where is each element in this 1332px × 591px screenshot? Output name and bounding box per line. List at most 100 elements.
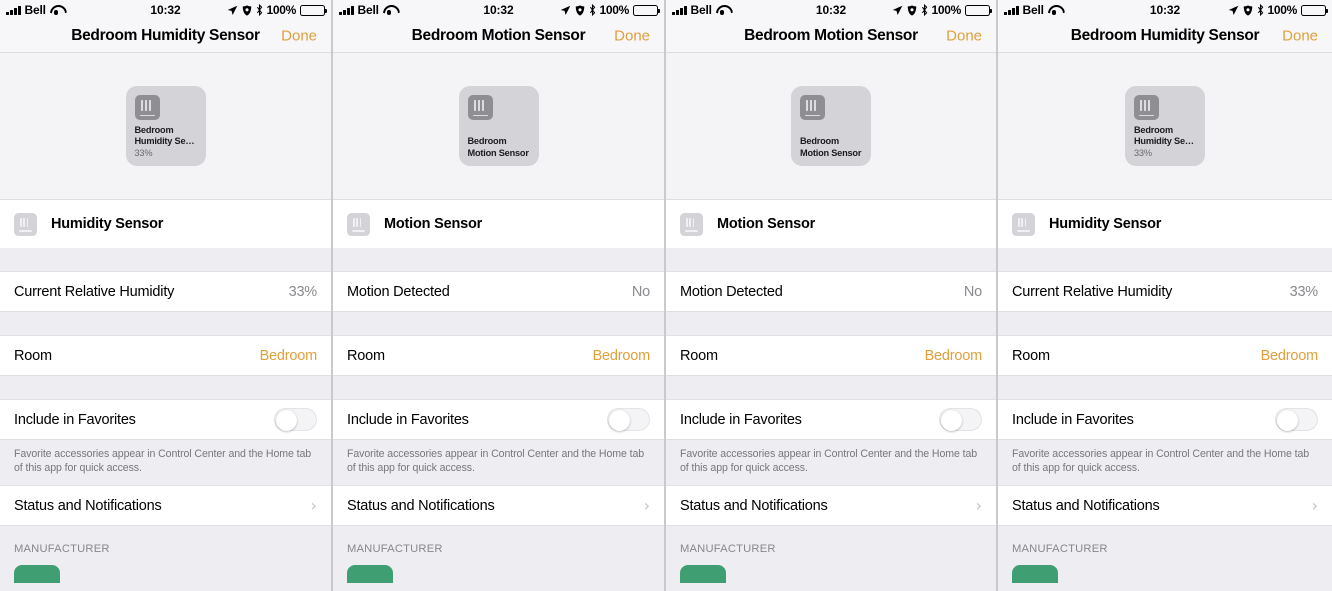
include-in-favorites-label: Include in Favorites <box>347 411 469 428</box>
manufacturer-section-title: MANUFACTURER <box>666 526 996 561</box>
table-row-room[interactable]: Room Bedroom <box>333 335 664 376</box>
table-row-room[interactable]: Room Bedroom <box>0 335 331 376</box>
chevron-right-icon: › <box>1311 495 1318 515</box>
favorites-footnote: Favorite accessories appear in Control C… <box>998 440 1332 485</box>
location-arrow-icon <box>227 5 237 15</box>
status-and-notifications-label: Status and Notifications <box>1012 497 1160 514</box>
done-button[interactable]: Done <box>614 28 650 45</box>
done-button[interactable]: Done <box>1282 28 1318 45</box>
status-bar-right: 100% <box>227 3 327 17</box>
status-bar-right: 100% <box>892 3 992 17</box>
accessory-tile[interactable]: Bedroom Humidity Se… 33% <box>1125 86 1205 166</box>
manufacturer-logo-wrap <box>0 561 331 591</box>
service-title: Motion Sensor <box>717 216 816 232</box>
row-label: Current Relative Humidity <box>1012 283 1173 300</box>
section-gap <box>998 248 1332 271</box>
status-and-notifications-label: Status and Notifications <box>14 497 162 514</box>
chevron-right-icon: › <box>975 495 982 515</box>
include-in-favorites-toggle[interactable] <box>1275 408 1318 431</box>
panel-body: Bedroom Motion Sensor Motion Sensor Moti… <box>333 53 664 591</box>
bluetooth-icon <box>921 4 927 16</box>
navigation-bar: Bedroom Humidity Sensor Done <box>998 20 1332 53</box>
row-value: Bedroom <box>592 347 651 364</box>
status-and-notifications-row[interactable]: Status and Notifications › <box>998 485 1332 526</box>
row-label: Room <box>14 347 52 364</box>
done-button[interactable]: Done <box>946 28 982 45</box>
row-label: Room <box>1012 347 1050 364</box>
panel-body: Bedroom Motion Sensor Motion Sensor Moti… <box>666 53 996 591</box>
include-in-favorites-label: Include in Favorites <box>14 411 136 428</box>
accessory-tile-status: 33% <box>1134 147 1152 158</box>
include-in-favorites-toggle[interactable] <box>274 408 317 431</box>
status-bar: Bell 10:32 100% <box>998 0 1332 20</box>
sensor-icon <box>1134 95 1159 120</box>
battery-percent-label: 100% <box>931 3 962 17</box>
section-gap <box>0 248 331 271</box>
accessory-tile-name-line1: Bedroom <box>134 124 174 135</box>
status-and-notifications-row[interactable]: Status and Notifications › <box>666 485 996 526</box>
sensor-icon <box>1012 212 1035 236</box>
manufacturer-logo-wrap <box>333 561 664 591</box>
include-in-favorites-toggle[interactable] <box>939 408 982 431</box>
accessory-tile-name-line2: Motion Sensor <box>467 147 529 158</box>
section-gap <box>333 376 664 399</box>
panel-body: Bedroom Humidity Se… 33% Humidity Sensor… <box>0 53 331 591</box>
service-title: Humidity Sensor <box>51 216 164 232</box>
row-label: Motion Detected <box>680 283 783 300</box>
accessory-tile-name: Bedroom Humidity Se… <box>1134 125 1196 148</box>
navigation-bar: Bedroom Motion Sensor Done <box>666 20 996 53</box>
include-in-favorites-row[interactable]: Include in Favorites <box>666 399 996 440</box>
service-header: Humidity Sensor <box>0 200 331 248</box>
section-gap <box>998 376 1332 399</box>
manufacturer-logo-wrap <box>666 561 996 591</box>
status-and-notifications-label: Status and Notifications <box>680 497 828 514</box>
table-row: Current Relative Humidity 33% <box>998 271 1332 312</box>
battery-percent-label: 100% <box>266 3 297 17</box>
screenshot-panels: Bell 10:32 100% Bedroom Humidity Sensor … <box>0 0 1332 591</box>
battery-icon <box>965 4 992 16</box>
status-bar: Bell 10:32 100% <box>666 0 996 20</box>
include-in-favorites-row[interactable]: Include in Favorites <box>998 399 1332 440</box>
row-label: Motion Detected <box>347 283 450 300</box>
accessory-tile-area: Bedroom Humidity Se… 33% <box>0 53 331 200</box>
sensor-icon <box>680 212 703 236</box>
accessory-detail-panel-4: Bell 10:32 100% Bedroom Humidity Sensor … <box>998 0 1332 591</box>
accessory-tile[interactable]: Bedroom Motion Sensor <box>458 86 539 166</box>
row-value: No <box>631 283 650 300</box>
location-arrow-icon <box>892 5 902 15</box>
include-in-favorites-row[interactable]: Include in Favorites <box>333 399 664 440</box>
done-button[interactable]: Done <box>281 28 317 45</box>
row-value: 33% <box>288 283 318 300</box>
section-gap <box>666 248 996 271</box>
accessory-tile-area: Bedroom Motion Sensor <box>666 53 996 200</box>
section-gap <box>333 312 664 335</box>
accessory-tile-name: Bedroom Humidity Se… <box>135 125 197 148</box>
bluetooth-icon <box>589 4 595 16</box>
sensor-icon <box>14 212 37 236</box>
service-title: Humidity Sensor <box>1049 216 1162 232</box>
table-row-room[interactable]: Room Bedroom <box>998 335 1332 376</box>
status-bar-right: 100% <box>560 3 660 17</box>
alarm-clock-icon <box>907 4 916 16</box>
location-arrow-icon <box>560 5 570 15</box>
table-row-room[interactable]: Room Bedroom <box>666 335 996 376</box>
status-and-notifications-row[interactable]: Status and Notifications › <box>333 485 664 526</box>
status-and-notifications-row[interactable]: Status and Notifications › <box>0 485 331 526</box>
accessory-tile[interactable]: Bedroom Motion Sensor <box>791 86 871 166</box>
section-gap <box>666 376 996 399</box>
sensor-icon <box>134 95 160 120</box>
section-gap <box>0 312 331 335</box>
row-value: 33% <box>1289 283 1319 300</box>
accessory-tile[interactable]: Bedroom Humidity Se… 33% <box>125 86 206 166</box>
page-title: Bedroom Humidity Sensor <box>71 27 260 44</box>
include-in-favorites-toggle[interactable] <box>607 408 650 431</box>
alarm-clock-icon <box>242 4 251 16</box>
battery-percent-label: 100% <box>1267 3 1298 17</box>
accessory-tile-name-line2: Humidity Se… <box>1134 136 1194 146</box>
include-in-favorites-row[interactable]: Include in Favorites <box>0 399 331 440</box>
bottom-filler <box>0 583 331 591</box>
section-gap <box>666 312 996 335</box>
service-header: Humidity Sensor <box>998 200 1332 248</box>
status-bar: Bell 10:32 100% <box>0 0 331 20</box>
status-and-notifications-label: Status and Notifications <box>347 497 495 514</box>
